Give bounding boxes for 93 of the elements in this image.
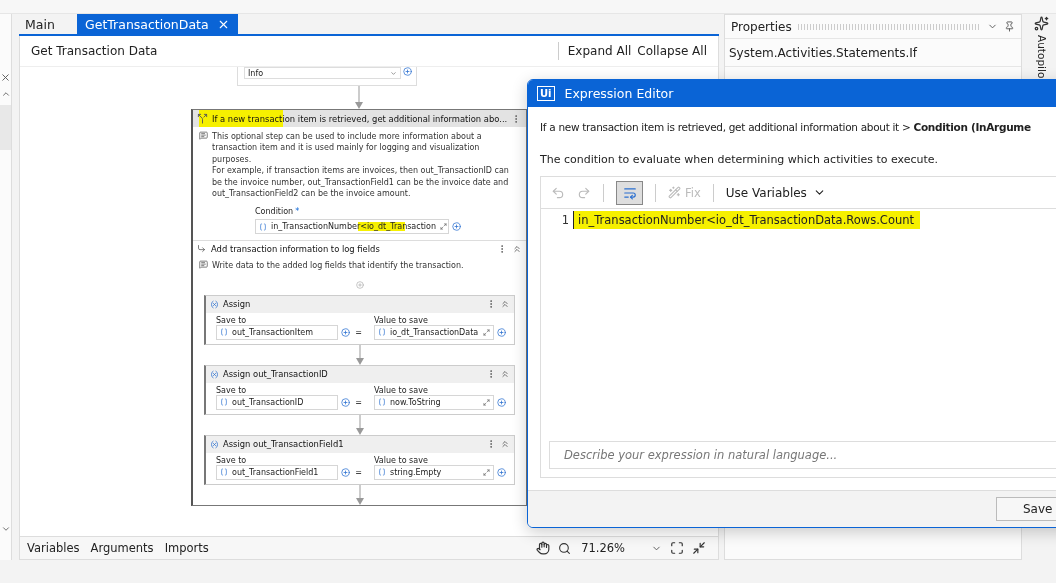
connector-arrow [355, 86, 363, 109]
activity-title: Assign [223, 299, 252, 310]
braces-icon [378, 328, 386, 337]
variable-icon [210, 369, 219, 379]
activity-title: Assign out_TransactionID [223, 369, 329, 380]
comment-icon [199, 260, 208, 270]
chevron-down-icon [390, 69, 397, 77]
fit-screen-icon[interactable] [670, 541, 684, 555]
pin-icon[interactable] [1004, 21, 1015, 32]
field-label: Save to [216, 455, 248, 465]
panel-tab[interactable]: Imports [161, 541, 217, 555]
braces-icon [259, 222, 267, 231]
field-label: Save to [216, 385, 248, 395]
add-icon[interactable] [341, 397, 351, 407]
side-tab[interactable]: Autopilo [1035, 35, 1048, 79]
equals-sign: = [355, 467, 362, 477]
branch-description: Write data to the added log fields that identify the transaction. [212, 260, 464, 272]
braces-icon [378, 398, 386, 407]
chevron-up-icon[interactable] [0, 89, 11, 99]
value-field[interactable]: io_dt_TransactionData [374, 324, 494, 340]
connector-arrow [355, 344, 364, 365]
word-wrap-icon [622, 185, 637, 200]
braces-icon [220, 398, 228, 407]
collapse-icon[interactable] [500, 439, 510, 450]
add-icon[interactable] [452, 222, 461, 232]
field-label: Save to [216, 315, 248, 325]
activity-description: This optional step can be used to include more information about a transaction item and it is used mainly for logging and visualization purposes. For example, if transaction items are invoices, then out_TransactionID can be the invoice number, out_TransactionField1 can be the invoice date and out_TransactionField2 can be the invoice amount. [212, 131, 510, 200]
document-tab[interactable]: Main [19, 14, 77, 34]
zoom-level[interactable]: 71.26% [581, 541, 625, 555]
variable-icon [210, 439, 219, 449]
level-dropdown[interactable]: Info [244, 67, 401, 79]
add-icon[interactable] [403, 67, 412, 76]
required-mark: * [295, 207, 300, 217]
connector-arrow [355, 484, 364, 505]
word-wrap-button[interactable] [616, 180, 643, 205]
connector-arrow [355, 414, 364, 435]
variable-icon [210, 299, 219, 309]
braces-icon [220, 468, 228, 477]
collapse-icon[interactable] [500, 299, 510, 310]
expand-icon[interactable] [483, 328, 490, 336]
split-icon [197, 113, 208, 124]
zoom-icon[interactable] [558, 541, 572, 555]
value-field[interactable]: now.ToString [374, 394, 494, 410]
dialog-title: Expression Editor [564, 86, 674, 101]
field-description: The condition to evaluate when determining which activities to execute. [540, 153, 940, 166]
branch-title: Add transaction information to log fields [211, 243, 381, 254]
expand-icon[interactable] [483, 398, 490, 406]
add-icon[interactable] [497, 467, 506, 477]
actual-size-icon[interactable] [692, 541, 706, 555]
save-to-field[interactable]: out_TransactionID [216, 394, 339, 410]
panel-tab[interactable]: Variables [24, 541, 88, 555]
panel-tab[interactable]: Arguments [87, 541, 162, 555]
panel-title: Properties [731, 19, 792, 34]
field-label: Value to save [374, 385, 429, 395]
collapse-icon[interactable] [512, 243, 522, 254]
designer-title: Get Transaction Data [31, 44, 159, 58]
hand-icon[interactable] [536, 541, 551, 555]
branch-arrow-icon [197, 244, 206, 254]
expand-icon[interactable] [483, 468, 490, 476]
breadcrumb: If a new transaction item is retrieved, get additional information about it > Condition (InArgume [540, 121, 1032, 133]
undo-icon[interactable] [551, 185, 565, 200]
add-icon[interactable] [341, 327, 351, 337]
activity-title: Assign out_TransactionField1 [223, 439, 345, 450]
expand-icon[interactable] [440, 223, 447, 231]
save-to-field[interactable]: out_TransactionItem [216, 324, 339, 340]
value-field[interactable]: string.Empty [374, 464, 494, 480]
sparkles-icon[interactable] [1034, 16, 1049, 31]
add-icon[interactable] [341, 467, 351, 477]
save-button[interactable]: Save [996, 497, 1056, 521]
toolbar-button[interactable]: Expand All [564, 44, 635, 58]
add-icon[interactable] [497, 397, 506, 407]
close-icon[interactable] [0, 72, 11, 83]
use-variables-dropdown[interactable]: Use Variables [725, 185, 826, 200]
equals-sign: = [355, 327, 362, 337]
magic-wand-icon [668, 186, 681, 199]
add-icon[interactable] [497, 327, 506, 337]
redo-icon[interactable] [577, 185, 591, 200]
natural-language-input[interactable]: Describe your expression in natural language... [549, 441, 1056, 469]
collapse-icon[interactable] [500, 369, 510, 380]
activity-type: System.Activities.Statements.If [725, 39, 1021, 67]
comment-icon [199, 131, 208, 140]
document-tab[interactable]: GetTransactionData [77, 14, 238, 34]
chevron-down-icon[interactable] [0, 524, 11, 534]
app-logo: Ui [537, 86, 555, 101]
braces-icon [220, 328, 228, 337]
field-label: Value to save [374, 315, 429, 325]
line-number: 1 [560, 213, 570, 227]
equals-sign: = [355, 397, 362, 407]
toolbar-button[interactable]: Collapse All [634, 44, 710, 58]
braces-icon [378, 468, 386, 477]
field-label: Condition [255, 207, 294, 217]
save-to-field[interactable]: out_TransactionField1 [216, 464, 339, 480]
field-label: Value to save [374, 455, 429, 465]
